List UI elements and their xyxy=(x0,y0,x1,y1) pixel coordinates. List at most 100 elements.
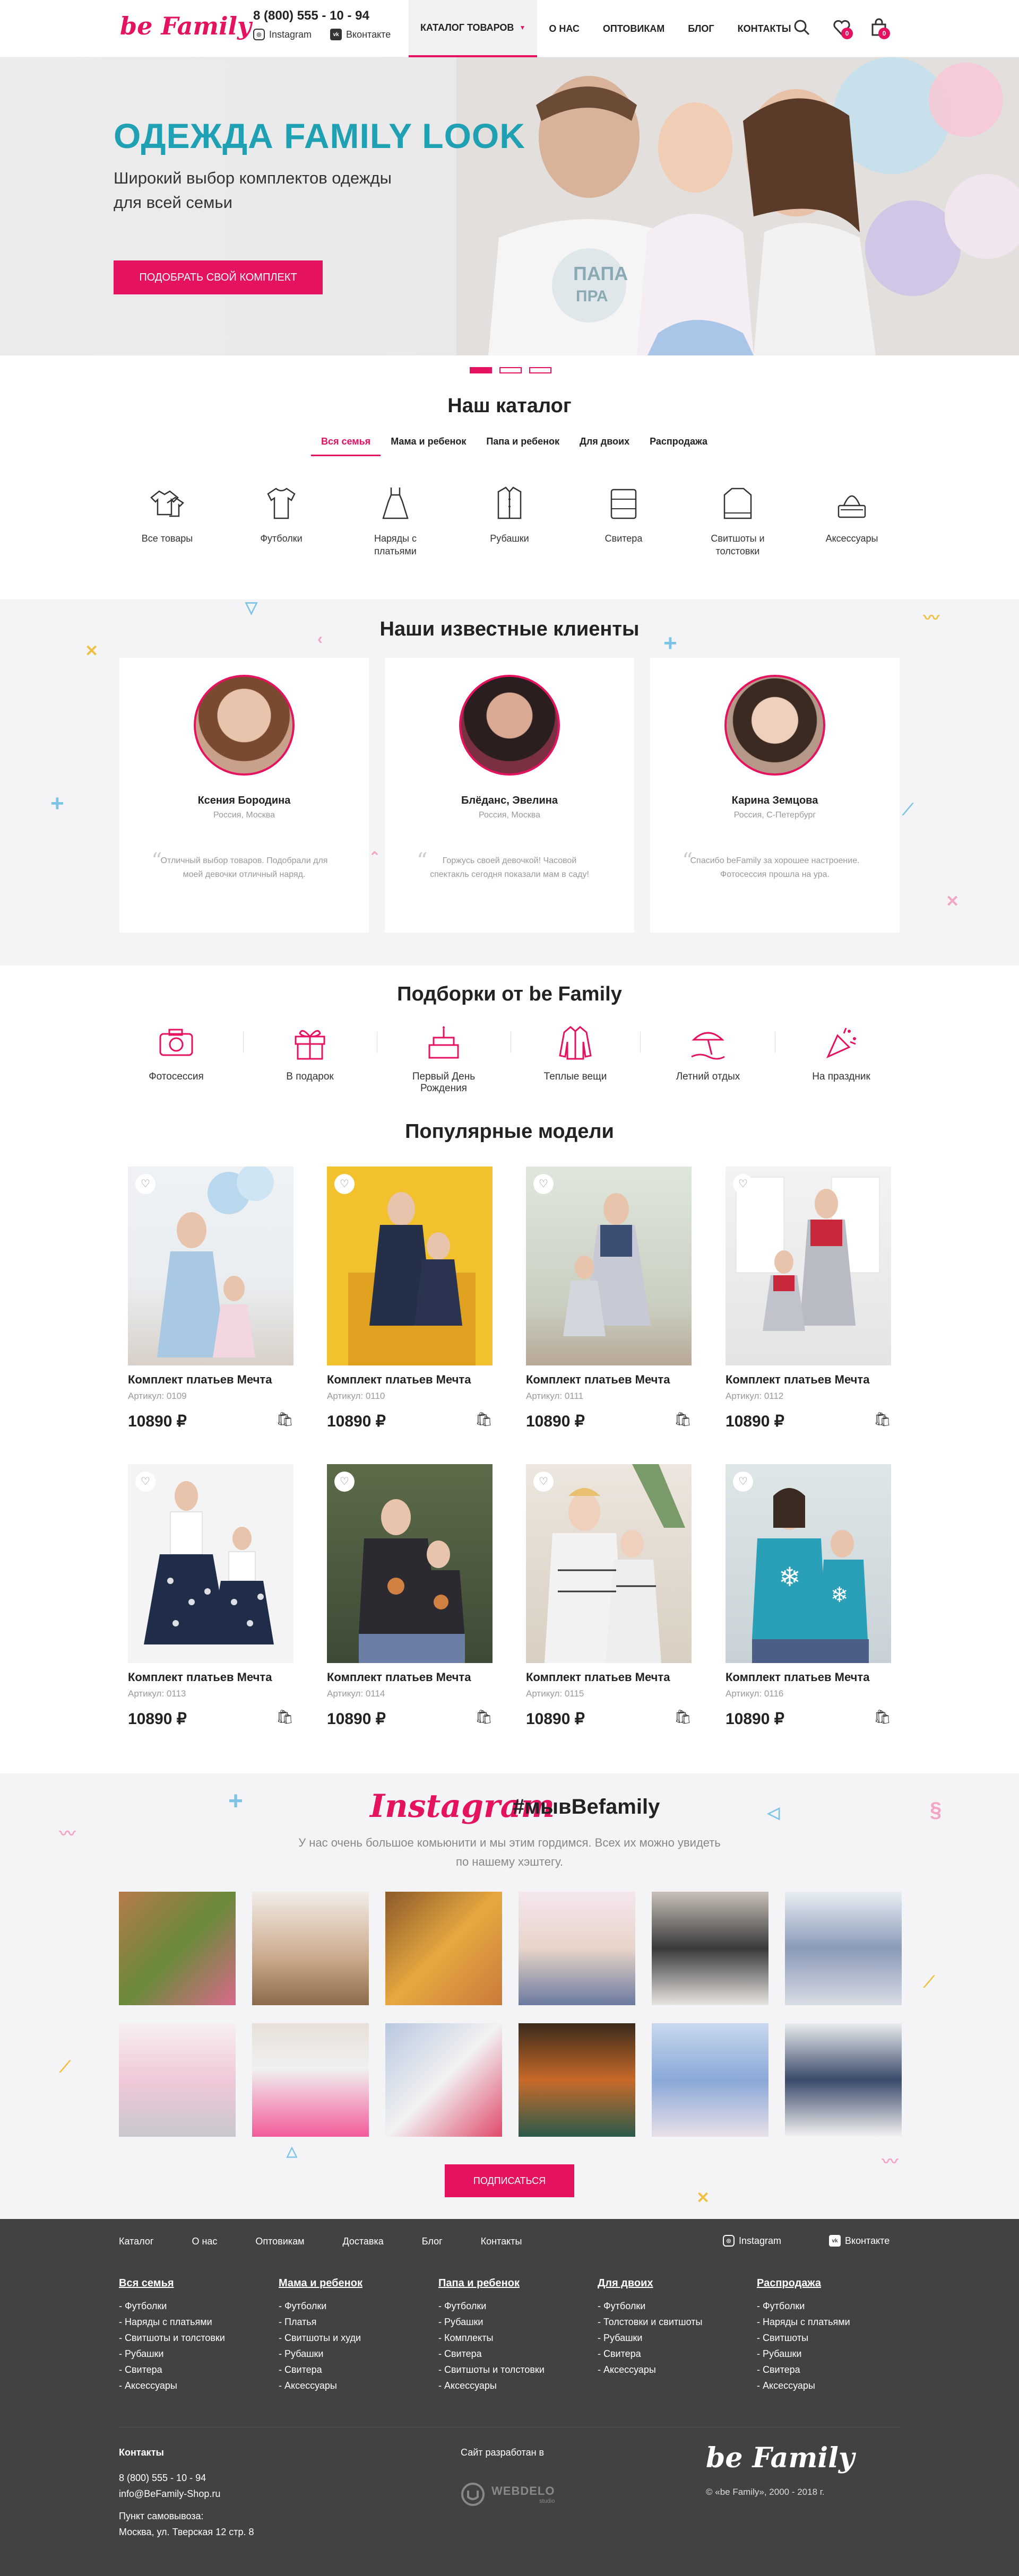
footer-link[interactable]: Наряды с платьями xyxy=(757,2314,916,2330)
slider-dot-2[interactable] xyxy=(499,367,522,373)
collection-photoshoot[interactable]: Фотосессия xyxy=(123,1021,229,1083)
footer-column-title[interactable]: Папа и ребенок xyxy=(438,2277,598,2290)
instagram-photo[interactable] xyxy=(252,2023,369,2137)
footer-link[interactable]: Аксессуары xyxy=(757,2378,916,2394)
footer-link[interactable]: Свитшоты xyxy=(757,2330,916,2346)
product-title[interactable]: Комплект платьев Мечта xyxy=(327,1373,493,1387)
product-image[interactable]: ♡ xyxy=(327,1464,493,1663)
add-to-cart-icon[interactable]: 🛍 xyxy=(475,1709,493,1725)
footer-link[interactable]: Аксессуары xyxy=(279,2378,438,2394)
footer-nav-blog[interactable]: Блог xyxy=(422,2236,443,2247)
footer-link[interactable]: Свитера xyxy=(279,2362,438,2378)
category-sweaters[interactable]: Свитера xyxy=(584,480,663,545)
footer-link[interactable]: Свитшоты и толстовки xyxy=(438,2362,598,2378)
add-to-cart-icon[interactable]: 🛍 xyxy=(276,1411,293,1428)
product-image[interactable]: ❄ ❄ ♡ xyxy=(726,1464,891,1663)
add-to-cart-icon[interactable]: 🛍 xyxy=(874,1709,891,1725)
product-image[interactable]: ♡ xyxy=(526,1464,692,1663)
product-card[interactable]: ❄ ❄ ♡ Комплект платьев Мечта Артикул: 011… xyxy=(726,1464,891,1728)
footer-link[interactable]: Футболки xyxy=(438,2298,598,2314)
hero-cta-button[interactable]: ПОДОБРАТЬ СВОЙ КОМПЛЕКТ xyxy=(114,260,323,294)
footer-link[interactable]: Рубашки xyxy=(119,2346,278,2362)
product-title[interactable]: Комплект платьев Мечта xyxy=(327,1670,493,1684)
wishlist-heart-icon[interactable]: ♡ xyxy=(334,1174,355,1194)
product-card[interactable]: ♡ Комплект платьев Мечта Артикул: 0110 1… xyxy=(327,1167,493,1431)
instagram-photo[interactable] xyxy=(385,2023,502,2137)
product-title[interactable]: Комплект платьев Мечта xyxy=(726,1670,891,1684)
header-instagram-link[interactable]: ◎ Instagram xyxy=(253,29,312,40)
tab-mom-child[interactable]: Мама и ребенок xyxy=(381,436,476,456)
add-to-cart-icon[interactable]: 🛍 xyxy=(276,1709,293,1725)
nav-blog[interactable]: БЛОГ xyxy=(676,0,726,57)
footer-link[interactable]: Свитера xyxy=(598,2346,757,2362)
footer-instagram-link[interactable]: ◎ Instagram xyxy=(723,2235,781,2247)
footer-link[interactable]: Футболки xyxy=(279,2298,438,2314)
footer-link[interactable]: Аксессуары xyxy=(119,2378,278,2394)
product-card[interactable]: ♡ Комплект платьев Мечта Артикул: 0115 1… xyxy=(526,1464,692,1728)
footer-link[interactable]: Аксессуары xyxy=(598,2362,757,2378)
product-title[interactable]: Комплект платьев Мечта xyxy=(526,1670,692,1684)
tab-sale[interactable]: Распродажа xyxy=(640,436,718,456)
category-shirts[interactable]: Рубашки xyxy=(470,480,549,545)
footer-vk-link[interactable]: vk Вконтакте xyxy=(829,2235,890,2247)
footer-link[interactable]: Футболки xyxy=(119,2298,278,2314)
add-to-cart-icon[interactable]: 🛍 xyxy=(475,1411,493,1428)
footer-nav-contacts[interactable]: Контакты xyxy=(481,2236,522,2247)
tab-family[interactable]: Вся семья xyxy=(311,436,381,456)
product-card[interactable]: ♡ Комплект платьев Мечта Артикул: 0114 1… xyxy=(327,1464,493,1728)
instagram-photo[interactable] xyxy=(252,1892,369,2005)
footer-link[interactable]: Аксессуары xyxy=(438,2378,598,2394)
slider-dot-3[interactable] xyxy=(529,367,551,373)
instagram-photo[interactable] xyxy=(119,2023,236,2137)
nav-about[interactable]: О НАС xyxy=(537,0,591,57)
instagram-photo[interactable] xyxy=(652,1892,768,2005)
instagram-photo[interactable] xyxy=(119,1892,236,2005)
product-image[interactable]: ♡ xyxy=(526,1167,692,1365)
footer-column-title[interactable]: Для двоих xyxy=(598,2277,757,2290)
collection-birthday[interactable]: Первый День Рождения xyxy=(391,1021,497,1094)
product-card[interactable]: ♡ Комплект платьев Мечта Артикул: 0113 1… xyxy=(128,1464,293,1728)
product-card[interactable]: ♡ Комплект платьев Мечта Артикул: 0112 1… xyxy=(726,1167,891,1431)
add-to-cart-icon[interactable]: 🛍 xyxy=(674,1709,692,1725)
developer-logo[interactable]: WEBDELO studio xyxy=(461,2482,577,2507)
wishlist-heart-icon[interactable]: ♡ xyxy=(334,1472,355,1492)
footer-link[interactable]: Рубашки xyxy=(598,2330,757,2346)
instagram-photo[interactable] xyxy=(785,2023,902,2137)
footer-nav-catalog[interactable]: Каталог xyxy=(119,2236,153,2247)
footer-column-title[interactable]: Распродажа xyxy=(757,2277,916,2290)
wishlist-heart-icon[interactable]: ♡ xyxy=(533,1174,554,1194)
instagram-photo[interactable] xyxy=(385,1892,502,2005)
footer-link[interactable]: Наряды с платьями xyxy=(119,2314,278,2330)
product-card[interactable]: ♡ Комплект платьев Мечта Артикул: 0111 1… xyxy=(526,1167,692,1431)
footer-column-title[interactable]: Мама и ребенок xyxy=(279,2277,438,2290)
wishlist-heart-icon[interactable]: ♡ xyxy=(733,1472,753,1492)
instagram-photo[interactable] xyxy=(785,1892,902,2005)
collection-gift[interactable]: В подарок xyxy=(257,1021,363,1083)
footer-link[interactable]: Футболки xyxy=(757,2298,916,2314)
footer-link[interactable]: Футболки xyxy=(598,2298,757,2314)
instagram-photo[interactable] xyxy=(519,2023,635,2137)
instagram-hashtag[interactable]: #мывBefamily xyxy=(513,1795,660,1819)
footer-column-title[interactable]: Вся семья xyxy=(119,2277,278,2290)
footer-nav-about[interactable]: О нас xyxy=(192,2236,217,2247)
wishlist-heart-icon[interactable]: ♡ xyxy=(135,1472,156,1492)
footer-link[interactable]: Рубашки xyxy=(279,2346,438,2362)
footer-nav-delivery[interactable]: Доставка xyxy=(342,2236,383,2247)
collection-warm[interactable]: Теплые вещи xyxy=(522,1021,628,1083)
tab-couple[interactable]: Для двоих xyxy=(569,436,640,456)
footer-link[interactable]: Свитшоты и худи xyxy=(279,2330,438,2346)
header-vk-link[interactable]: vk Вконтакте xyxy=(330,29,391,40)
footer-link[interactable]: Платья xyxy=(279,2314,438,2330)
footer-link[interactable]: Рубашки xyxy=(757,2346,916,2362)
footer-link[interactable]: Толстовки и свитшоты xyxy=(598,2314,757,2330)
wishlist-heart-icon[interactable]: ♡ xyxy=(135,1174,156,1194)
subscribe-button[interactable]: ПОДПИСАТЬСЯ xyxy=(445,2164,574,2197)
footer-link[interactable]: Свитера xyxy=(438,2346,598,2362)
product-image[interactable]: ♡ xyxy=(726,1167,891,1365)
site-logo[interactable]: be Family xyxy=(120,12,252,40)
category-sweatshirts[interactable]: Свитшоты и толстовки xyxy=(698,480,778,558)
category-accessories[interactable]: Аксессуары xyxy=(812,480,892,545)
collection-party[interactable]: На праздник xyxy=(788,1021,894,1083)
add-to-cart-icon[interactable]: 🛍 xyxy=(674,1411,692,1428)
collection-summer[interactable]: Летний отдых xyxy=(655,1021,761,1083)
